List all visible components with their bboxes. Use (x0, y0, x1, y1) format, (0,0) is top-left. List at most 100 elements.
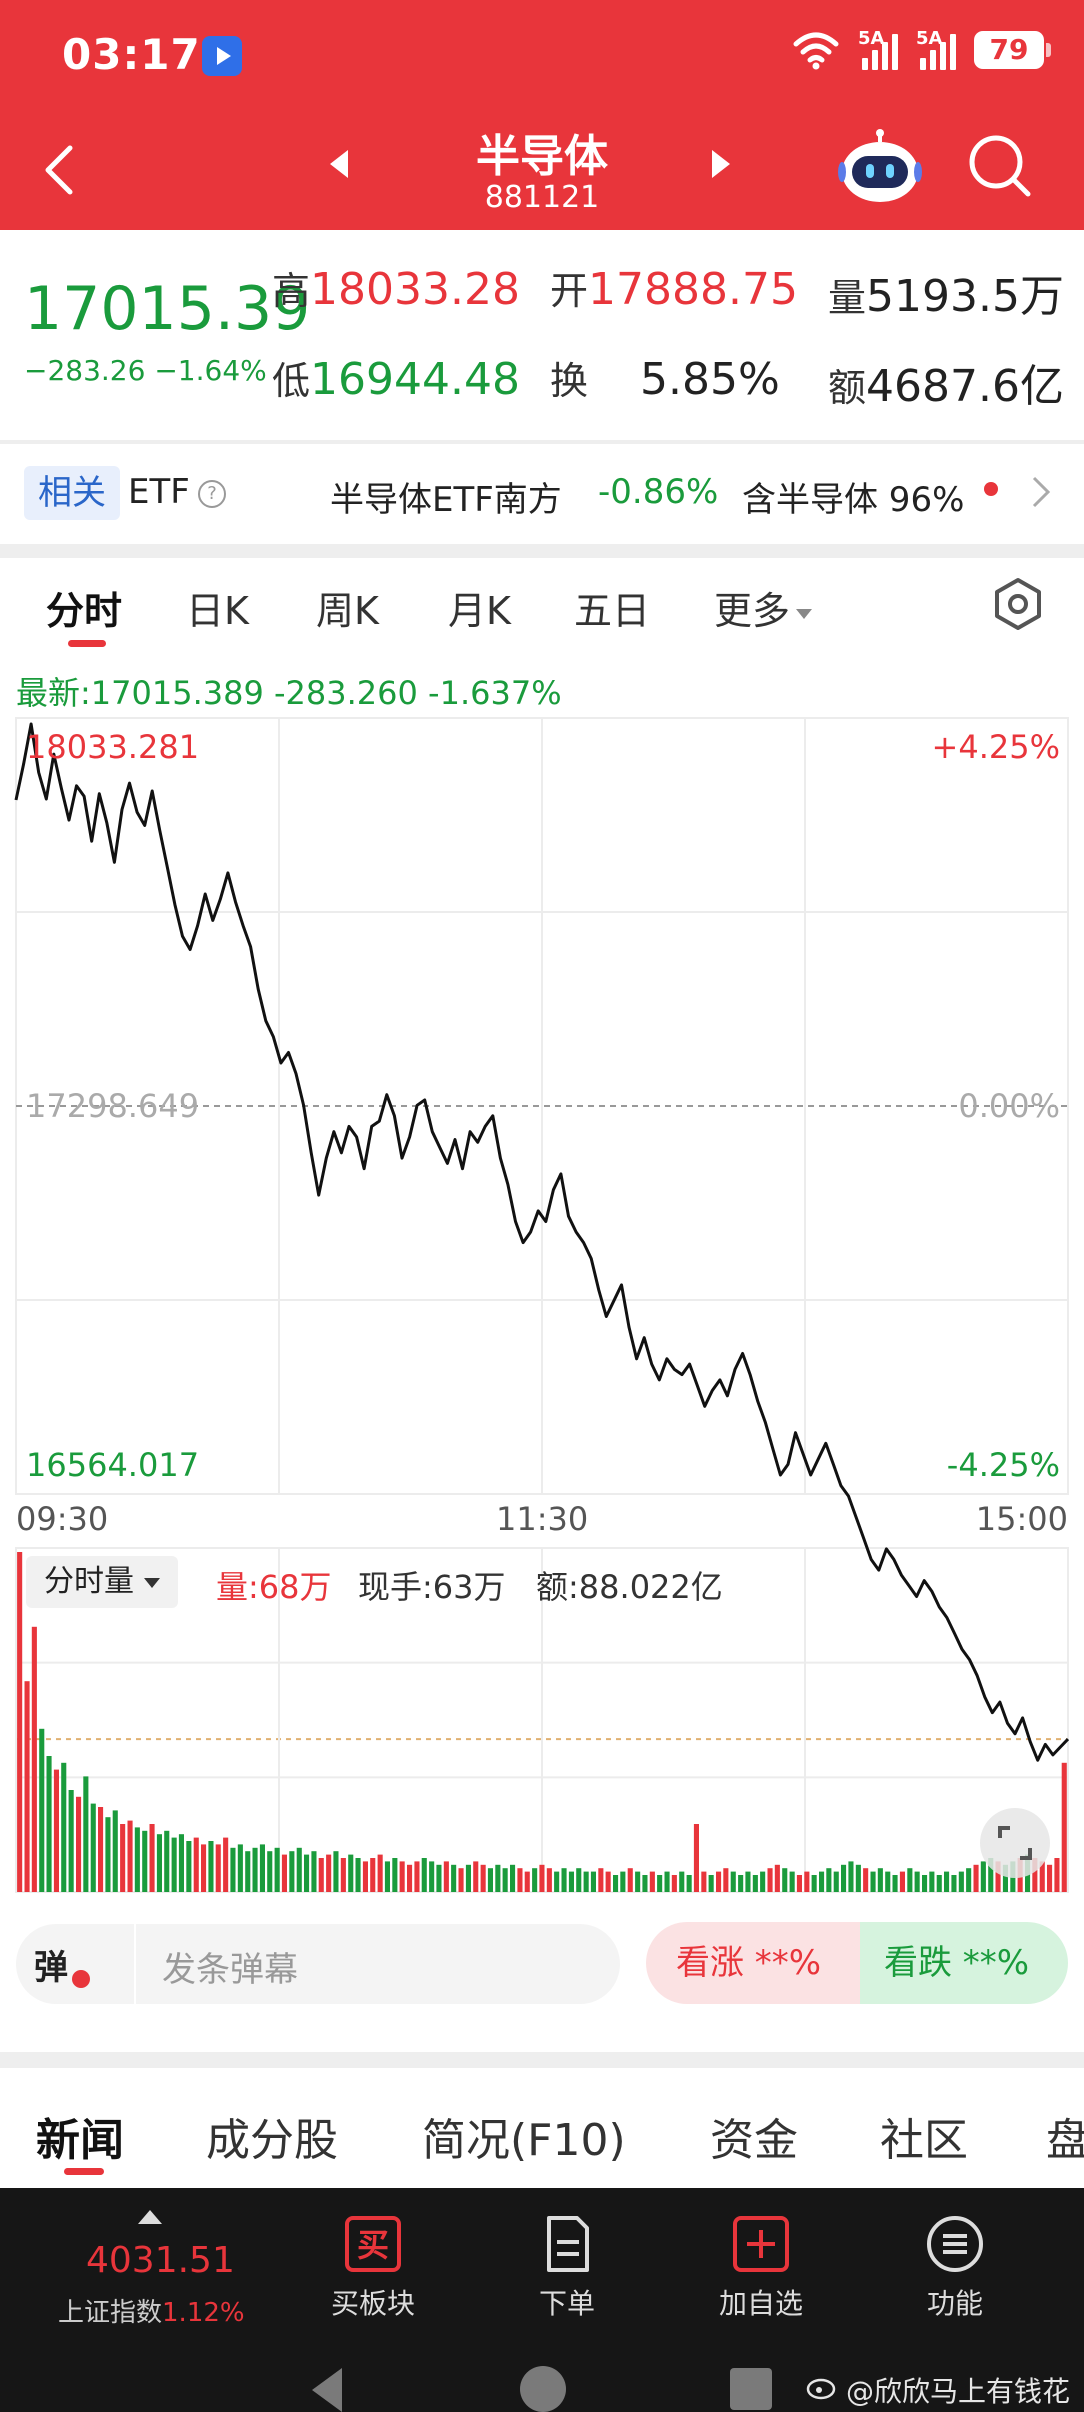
tab-profile[interactable]: 简况(F10) (422, 2104, 626, 2168)
volume-bar (318, 1858, 324, 1892)
volume-indicator-selector[interactable]: 分时量 (26, 1556, 178, 1608)
tab-funds[interactable]: 资金 (710, 2104, 798, 2168)
volume-bar (752, 1875, 758, 1892)
volume-bar (473, 1861, 479, 1892)
volume-bar (156, 1834, 162, 1892)
volume-bar (24, 1681, 30, 1892)
volume-bar (590, 1871, 596, 1892)
system-home-icon[interactable] (520, 2366, 566, 2412)
volume-bar (333, 1851, 339, 1892)
active-tab-indicator (64, 2168, 104, 2175)
volume-bar (833, 1871, 839, 1892)
volume-bar (782, 1868, 788, 1892)
x-label-open: 09:30 (16, 1500, 109, 1538)
tab-more[interactable]: 盘 (1046, 2104, 1084, 2168)
volume-bar (289, 1851, 295, 1892)
tab-community[interactable]: 社区 (880, 2104, 968, 2168)
volume-bar (392, 1858, 398, 1892)
svg-text:买: 买 (357, 2226, 389, 2264)
volume-bar (804, 1871, 810, 1892)
volume-bar (539, 1864, 545, 1892)
volume-bar (304, 1854, 310, 1892)
volume-bar (708, 1875, 714, 1892)
document-icon (547, 2216, 589, 2272)
volume-bar (642, 1875, 648, 1892)
volume-bar (899, 1871, 905, 1892)
volume-bar (465, 1864, 471, 1892)
volume-bar (193, 1837, 199, 1892)
volume-bar (223, 1837, 229, 1892)
vote-up-button[interactable]: 看涨 **% (646, 1922, 860, 2004)
volume-info: 量:68万 (216, 1568, 332, 1606)
volume-bar (259, 1844, 265, 1892)
buy-sector-button[interactable]: 买 买板块 (308, 2214, 438, 2322)
danmu-badge[interactable]: 弹 (34, 1940, 90, 1990)
functions-button[interactable]: 功能 (890, 2214, 1020, 2322)
volume-bar (980, 1861, 986, 1892)
volume-bar (568, 1871, 574, 1892)
volume-bar (738, 1875, 744, 1892)
volume-bar (657, 1875, 663, 1892)
volume-bar (576, 1868, 582, 1892)
volume-bar (61, 1762, 67, 1892)
volume-bar (112, 1810, 118, 1892)
volume-bar (620, 1871, 626, 1892)
volume-bar (760, 1871, 766, 1892)
volume-bar (796, 1875, 802, 1892)
volume-bar (355, 1858, 361, 1892)
volume-bar (701, 1871, 707, 1892)
volume-bar (245, 1851, 251, 1892)
volume-bar (774, 1864, 780, 1892)
volume-bar (877, 1868, 883, 1892)
tab-news[interactable]: 新闻 (36, 2104, 124, 2168)
volume-bar (53, 1769, 59, 1892)
volume-bar (68, 1790, 74, 1892)
volume-bar (83, 1776, 89, 1892)
volume-bar (885, 1871, 891, 1892)
system-back-icon[interactable] (312, 2368, 342, 2412)
add-watchlist-button[interactable]: 加自选 (696, 2214, 826, 2322)
volume-bar (340, 1858, 346, 1892)
volume-bar (517, 1868, 523, 1892)
order-button[interactable]: 下单 (502, 2214, 632, 2322)
volume-bar (686, 1875, 692, 1892)
volume-bar (267, 1851, 273, 1892)
x-label-noon: 11:30 (496, 1500, 589, 1538)
volume-bar (929, 1871, 935, 1892)
weibo-icon (806, 2378, 836, 2400)
volume-bar (649, 1871, 655, 1892)
volume-bar (230, 1847, 236, 1892)
volume-bar (944, 1871, 950, 1892)
current-hand-info: 现手:63万 (358, 1568, 506, 1606)
volume-bar (414, 1861, 420, 1892)
volume-bar (76, 1796, 82, 1892)
volume-bar (966, 1868, 972, 1892)
volume-bar (487, 1868, 493, 1892)
volume-bar (1047, 1864, 1053, 1892)
tab-constituents[interactable]: 成分股 (206, 2104, 338, 2168)
volume-bar (819, 1871, 825, 1892)
expand-icon[interactable] (980, 1808, 1050, 1878)
vote-down-button[interactable]: 看跌 **% (860, 1922, 1068, 2004)
divider (0, 2052, 1084, 2068)
volume-bar (627, 1868, 633, 1892)
system-recent-icon[interactable] (730, 2368, 772, 2410)
volume-bar (635, 1871, 641, 1892)
volume-bar (951, 1875, 957, 1892)
volume-bar (789, 1871, 795, 1892)
volume-bar (164, 1830, 170, 1892)
volume-bar (17, 1552, 23, 1892)
watermark-credit: @欣欣马上有钱花 (846, 2375, 1071, 2408)
volume-bar (208, 1841, 214, 1892)
info-tabs: 新闻 成分股 简况(F10) 资金 社区 盘 (0, 2068, 1084, 2188)
volume-bar (348, 1854, 354, 1892)
volume-bar (841, 1864, 847, 1892)
volume-bar (370, 1858, 376, 1892)
intraday-chart[interactable] (0, 0, 1084, 2412)
x-label-close: 15:00 (975, 1500, 1068, 1538)
volume-bar (142, 1830, 148, 1892)
volume-bar (693, 1824, 699, 1892)
chevron-up-icon (138, 2210, 162, 2224)
danmu-input[interactable]: 弹 发条弹幕 (16, 1924, 620, 2004)
volume-bar (502, 1868, 508, 1892)
